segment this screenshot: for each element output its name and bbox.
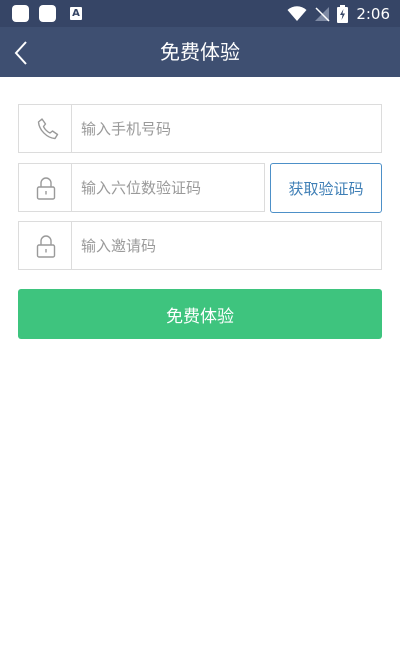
a-notification-icon: A — [70, 7, 82, 20]
lock-icon — [36, 235, 56, 258]
status-time: 2:06 — [356, 4, 390, 23]
status-indicators: 2:06 — [287, 0, 390, 27]
nav-bar: 免费体验 — [0, 27, 400, 77]
page-title: 免费体验 — [160, 40, 240, 64]
app-notification-icon — [39, 5, 56, 22]
app-notification-icon — [12, 5, 29, 22]
lock-icon-cell — [19, 164, 72, 211]
phone-icon-cell — [19, 105, 72, 152]
status-bar: A 2:06 — [0, 0, 400, 27]
free-trial-button[interactable]: 免费体验 — [18, 289, 382, 339]
phone-icon — [37, 118, 59, 140]
code-input[interactable] — [81, 164, 259, 211]
lock-icon — [36, 177, 56, 200]
get-code-button[interactable]: 获取验证码 — [270, 163, 382, 213]
battery-charging-icon — [337, 4, 349, 23]
signal-icon — [315, 6, 330, 22]
code-field[interactable] — [18, 163, 265, 212]
invite-field[interactable] — [18, 221, 382, 270]
invite-input[interactable] — [81, 222, 371, 269]
wifi-icon — [287, 5, 307, 21]
phone-field[interactable] — [18, 104, 382, 153]
lock-icon-cell — [19, 222, 72, 269]
phone-input[interactable] — [81, 105, 371, 152]
